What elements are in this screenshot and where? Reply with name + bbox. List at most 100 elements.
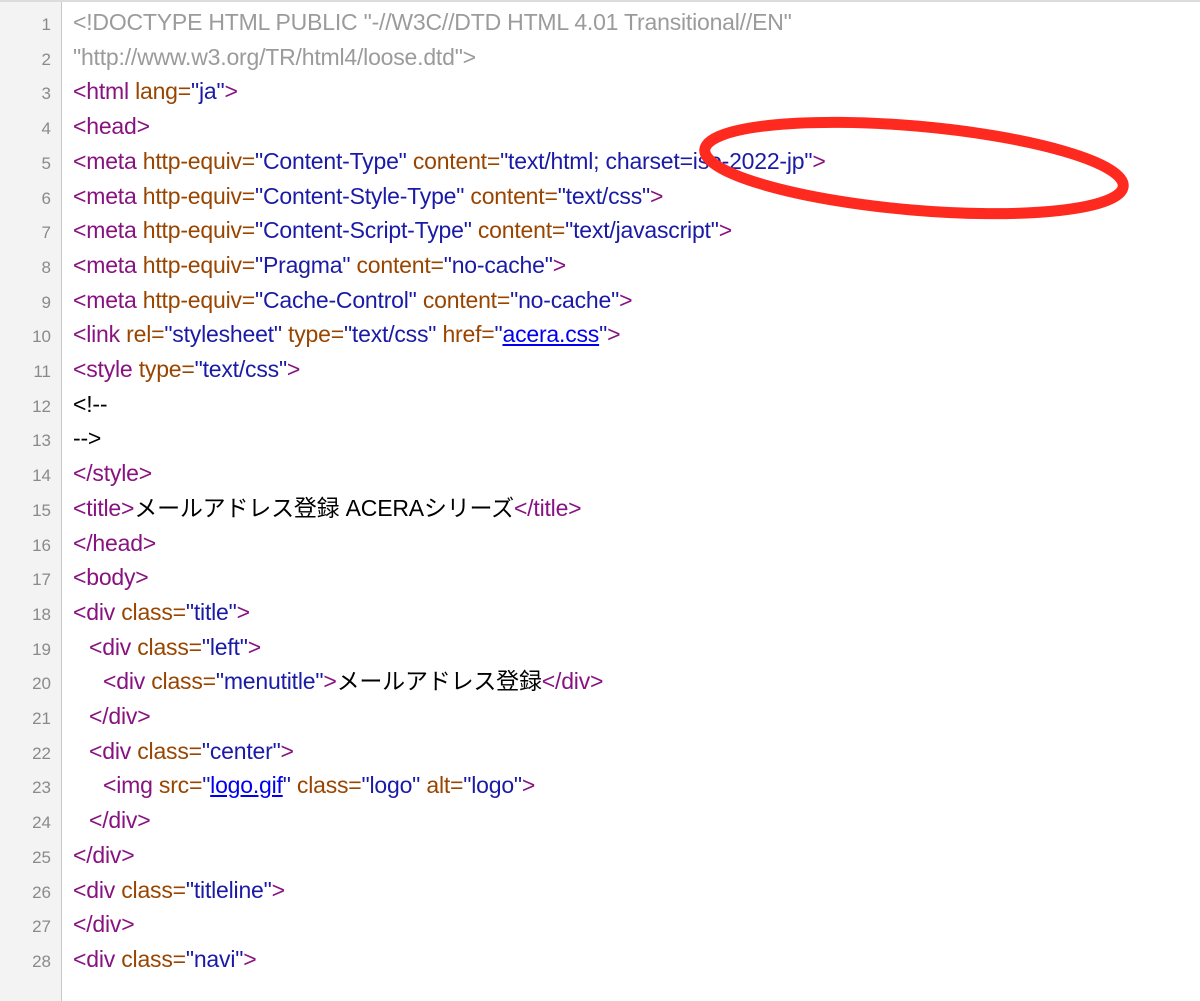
code-token: class= (151, 668, 216, 695)
code-token: " (202, 772, 211, 799)
code-token: class= (121, 876, 186, 903)
code-line: 7 <meta http-equiv="Content-Script-Type" … (0, 213, 1200, 247)
line-number: 3 (41, 84, 51, 104)
line-number: 22 (32, 743, 51, 763)
code-token: </style> (73, 460, 152, 487)
code-token: src= (158, 772, 203, 799)
code-token: <title> (73, 494, 135, 521)
code-line: 22 <div class="center"> (0, 734, 1200, 768)
code-line: 9 <meta http-equiv="Cache-Control" conten… (0, 283, 1200, 317)
code-token: class= (290, 772, 362, 799)
source-link[interactable]: acera.css (502, 321, 599, 347)
code-token: > (280, 737, 294, 764)
code-token: <img (103, 772, 159, 799)
code-token: </title> (513, 494, 582, 521)
line-number: 13 (32, 431, 51, 451)
code-token: > (619, 286, 633, 313)
line-source: <div class="left"> (89, 630, 261, 664)
code-token: "logo" (361, 772, 421, 799)
code-token: <div (73, 876, 122, 903)
code-line: 13 --> (0, 421, 1200, 455)
code-line: 11 <style type="text/css"> (0, 352, 1200, 386)
code-token: "no-cache" (510, 286, 620, 313)
code-line: 16 </head> (0, 526, 1200, 560)
code-token: content= (350, 251, 444, 278)
code-token: "text/html; charset=iso-2022-jp" (500, 147, 813, 174)
code-token: <style (73, 356, 139, 382)
code-token: > (521, 772, 536, 799)
code-token: <meta (73, 251, 143, 278)
code-token: class= (121, 945, 186, 972)
code-token: </div> (89, 807, 151, 834)
code-token: lang= (135, 78, 191, 105)
code-token: "text/css" (557, 182, 650, 209)
code-token: " (599, 321, 608, 348)
code-token: "Pragma" (255, 251, 351, 278)
code-token: <!DOCTYPE HTML PUBLIC "-//W3C//DTD HTML … (73, 9, 792, 35)
code-token: http-equiv= (142, 251, 256, 278)
code-line: 12 <!-- (0, 387, 1200, 421)
code-token: "center" (201, 737, 281, 764)
code-line: 18 <div class="title"> (0, 595, 1200, 629)
line-number: 7 (41, 223, 51, 243)
code-token: <head> (73, 113, 150, 140)
code-token: <div (73, 598, 122, 625)
code-token: "text/javascript" (565, 217, 719, 244)
line-source: <style type="text/css"> (73, 352, 300, 386)
code-line: 4 <head> (0, 109, 1200, 143)
code-token: <div (103, 668, 152, 695)
line-source: <div class="navi"> (73, 942, 257, 976)
line-number: 24 (32, 813, 51, 833)
code-token: <link (73, 321, 127, 348)
line-number: 2 (41, 49, 51, 69)
code-token: <div (89, 737, 138, 764)
line-number: 27 (32, 917, 51, 937)
code-token: http-equiv= (142, 286, 256, 313)
line-number: 19 (32, 639, 51, 659)
code-token: </div> (73, 841, 135, 868)
line-source: <!DOCTYPE HTML PUBLIC "-//W3C//DTD HTML … (73, 5, 792, 39)
code-token: <meta (73, 182, 143, 209)
code-token: > (812, 147, 826, 174)
code-token: > (236, 598, 250, 625)
code-token: > (607, 321, 621, 348)
line-number: 18 (32, 604, 51, 624)
code-line: 1 <!DOCTYPE HTML PUBLIC "-//W3C//DTD HTML… (0, 5, 1200, 39)
code-token: rel= (126, 321, 165, 348)
code-token: </div> (541, 668, 604, 695)
source-link[interactable]: logo.gif (210, 772, 283, 798)
code-token: > (247, 633, 261, 660)
code-line: 23 <img src="logo.gif" class="logo" alt="… (0, 768, 1200, 802)
code-token: type= (281, 321, 344, 348)
code-line: 26 <div class="titleline"> (0, 873, 1200, 907)
code-token: --> (73, 425, 102, 452)
line-number: 11 (33, 362, 51, 381)
code-line: 24 </div> (0, 803, 1200, 837)
code-token: > (271, 876, 285, 903)
code-token: > (323, 668, 337, 695)
code-token: http-equiv= (142, 147, 256, 174)
line-number: 20 (32, 674, 51, 694)
code-token: content= (416, 286, 511, 313)
code-token: http-equiv= (142, 217, 256, 244)
line-source: <div class="menutitle">メールアドレス登録</div> (103, 664, 603, 698)
code-token: "Content-Type" (255, 147, 407, 174)
code-token: class= (137, 633, 202, 660)
code-token: <div (89, 633, 138, 660)
code-token: メールアドレス登録 ACERAシリーズ (134, 494, 514, 521)
code-token: "left" (201, 633, 248, 660)
line-source: <head> (73, 109, 150, 143)
code-line: 17 <body> (0, 560, 1200, 594)
line-source: <title>メールアドレス登録 ACERAシリーズ</title> (73, 491, 582, 525)
line-source: <html lang="ja"> (73, 74, 238, 108)
line-source: </style> (73, 456, 152, 490)
code-line: 14 </style> (0, 456, 1200, 490)
line-source: <meta http-equiv="Cache-Control" content… (73, 283, 633, 317)
code-token: "menutitle" (215, 668, 324, 695)
line-source: </div> (73, 907, 135, 941)
code-token: <html (73, 78, 136, 105)
code-token: > (649, 182, 664, 209)
code-token: http-equiv= (142, 182, 256, 209)
code-token: type= (138, 356, 195, 382)
code-line: 25 </div> (0, 838, 1200, 872)
